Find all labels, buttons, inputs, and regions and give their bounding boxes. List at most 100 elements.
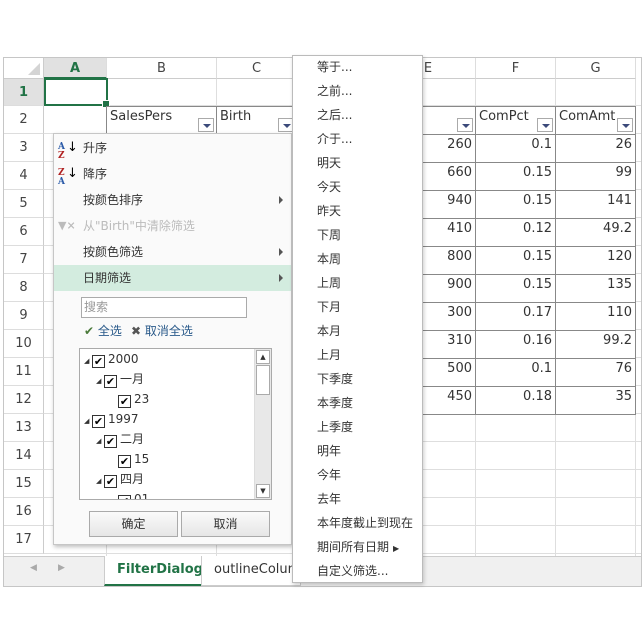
row-header-17[interactable]: 17 (4, 526, 44, 554)
checkbox[interactable]: ✔ (92, 415, 105, 428)
row-header-15[interactable]: 15 (4, 470, 44, 498)
date-filter-item[interactable]: 昨天 (293, 200, 422, 224)
filter-dropdown-button[interactable] (537, 118, 553, 132)
scroll-down-icon[interactable]: ▼ (256, 484, 270, 498)
menu-item-0[interactable]: A Z ↓ 升序 (54, 135, 291, 161)
date-filter-item[interactable]: 明年 (293, 440, 422, 464)
tree-node[interactable]: ✔ 15 (118, 449, 149, 469)
row-header-11[interactable]: 11 (4, 358, 44, 386)
column-header-C[interactable]: C (217, 58, 297, 79)
date-filter-item[interactable]: 上月 (293, 344, 422, 368)
row-header-2[interactable]: 2 (4, 106, 44, 134)
date-filter-item[interactable]: 本季度 (293, 392, 422, 416)
ok-button[interactable]: 确定 (89, 511, 178, 537)
sheet-tab-filterdialog[interactable]: FilterDialog (104, 556, 216, 586)
data-cell[interactable]: 110 (555, 302, 636, 331)
checkbox[interactable]: ✔ (118, 395, 131, 408)
tree-node[interactable]: ◢ ✔ 2000 (84, 349, 139, 369)
tree-node[interactable]: ◢ ✔ 二月 (96, 429, 144, 449)
data-cell[interactable]: 0.15 (475, 190, 556, 219)
row-header-9[interactable]: 9 (4, 302, 44, 330)
data-cell[interactable]: 141 (555, 190, 636, 219)
expand-toggle-icon[interactable]: ◢ (84, 351, 92, 371)
date-filter-item[interactable]: 去年 (293, 488, 422, 512)
date-filter-item[interactable]: 介于... (293, 128, 422, 152)
row-header-3[interactable]: 3 (4, 134, 44, 162)
tree-node[interactable]: ◢ ✔ 四月 (96, 469, 144, 489)
select-all-corner[interactable] (4, 58, 44, 79)
checkbox[interactable]: ✔ (118, 495, 131, 499)
menu-item-5[interactable]: 日期筛选 (54, 265, 291, 291)
expand-toggle-icon[interactable]: ◢ (96, 371, 104, 391)
data-cell[interactable]: 0.15 (475, 246, 556, 275)
filter-dropdown-button[interactable] (617, 118, 633, 132)
data-cell[interactable]: 0.12 (475, 218, 556, 247)
date-filter-item[interactable]: 上周 (293, 272, 422, 296)
row-header-12[interactable]: 12 (4, 386, 44, 414)
date-filter-item[interactable]: 上季度 (293, 416, 422, 440)
row-header-13[interactable]: 13 (4, 414, 44, 442)
date-filter-item[interactable]: 本周 (293, 248, 422, 272)
date-filter-item[interactable]: 今年 (293, 464, 422, 488)
tree-node[interactable]: ◢ ✔ 一月 (96, 369, 144, 389)
scroll-left-icon[interactable]: ◀ (30, 563, 37, 573)
data-cell[interactable]: 0.18 (475, 386, 556, 415)
filter-dropdown-button[interactable] (457, 118, 473, 132)
data-cell[interactable]: 99.2 (555, 330, 636, 359)
scrollbar[interactable]: ▲ ▼ (254, 349, 271, 499)
scroll-thumb[interactable] (256, 365, 270, 395)
row-header-16[interactable]: 16 (4, 498, 44, 526)
header-cell-F[interactable]: ComPct (475, 106, 556, 135)
filter-dropdown-button[interactable] (198, 118, 214, 132)
data-cell[interactable]: 0.1 (475, 134, 556, 163)
expand-toggle-icon[interactable]: ◢ (84, 411, 92, 431)
data-cell[interactable]: 120 (555, 246, 636, 275)
row-header-10[interactable]: 10 (4, 330, 44, 358)
row-header-5[interactable]: 5 (4, 190, 44, 218)
date-filter-item[interactable]: 今天 (293, 176, 422, 200)
unselect-all-button[interactable]: ✖ 取消全选 (131, 322, 193, 339)
date-filter-item[interactable]: 本月 (293, 320, 422, 344)
scroll-right-icon[interactable]: ▶ (58, 563, 65, 573)
cancel-button[interactable]: 取消 (181, 511, 270, 537)
column-header-G[interactable]: G (556, 58, 636, 79)
tree-node[interactable]: ◢ ✔ 1997 (84, 409, 139, 429)
header-cell-G[interactable]: ComAmt (555, 106, 636, 135)
checkbox[interactable]: ✔ (104, 375, 117, 388)
date-filter-item[interactable]: 之后... (293, 104, 422, 128)
selected-cell-a1[interactable] (44, 78, 110, 108)
data-cell[interactable]: 0.1 (475, 358, 556, 387)
expand-toggle-icon[interactable]: ◢ (96, 471, 104, 491)
data-cell[interactable]: 0.16 (475, 330, 556, 359)
sheet-tab-outlinecolumn[interactable]: outlineColum (201, 556, 301, 586)
date-filter-item[interactable]: 自定义筛选... (293, 560, 422, 584)
row-header-14[interactable]: 14 (4, 442, 44, 470)
menu-item-2[interactable]: 按颜色排序 (54, 187, 291, 213)
date-filter-item[interactable]: 等于... (293, 56, 422, 80)
checkbox[interactable]: ✔ (104, 435, 117, 448)
checkbox[interactable]: ✔ (92, 355, 105, 368)
data-cell[interactable]: 76 (555, 358, 636, 387)
column-header-A[interactable]: A (44, 58, 107, 79)
header-cell-B[interactable]: SalesPers (106, 106, 217, 135)
checkbox[interactable]: ✔ (118, 455, 131, 468)
expand-toggle-icon[interactable]: ◢ (96, 431, 104, 451)
date-filter-item[interactable]: 期间所有日期 ▶ (293, 536, 422, 560)
header-cell-C[interactable]: Birth (216, 106, 297, 135)
row-header-6[interactable]: 6 (4, 218, 44, 246)
tree-node[interactable]: ✔ 23 (118, 389, 149, 409)
data-cell[interactable]: 0.15 (475, 162, 556, 191)
menu-item-4[interactable]: 按颜色筛选 (54, 239, 291, 265)
data-cell[interactable]: 26 (555, 134, 636, 163)
search-input[interactable]: 搜索 (81, 297, 247, 318)
date-filter-item[interactable]: 之前... (293, 80, 422, 104)
select-all-button[interactable]: ✔ 全选 (84, 322, 122, 339)
scroll-up-icon[interactable]: ▲ (256, 350, 270, 364)
row-header-7[interactable]: 7 (4, 246, 44, 274)
checkbox[interactable]: ✔ (104, 475, 117, 488)
row-header-1[interactable]: 1 (4, 79, 44, 106)
data-cell[interactable]: 0.17 (475, 302, 556, 331)
date-filter-item[interactable]: 本年度截止到现在 (293, 512, 422, 536)
menu-item-1[interactable]: Z A ↓ 降序 (54, 161, 291, 187)
date-filter-item[interactable]: 明天 (293, 152, 422, 176)
